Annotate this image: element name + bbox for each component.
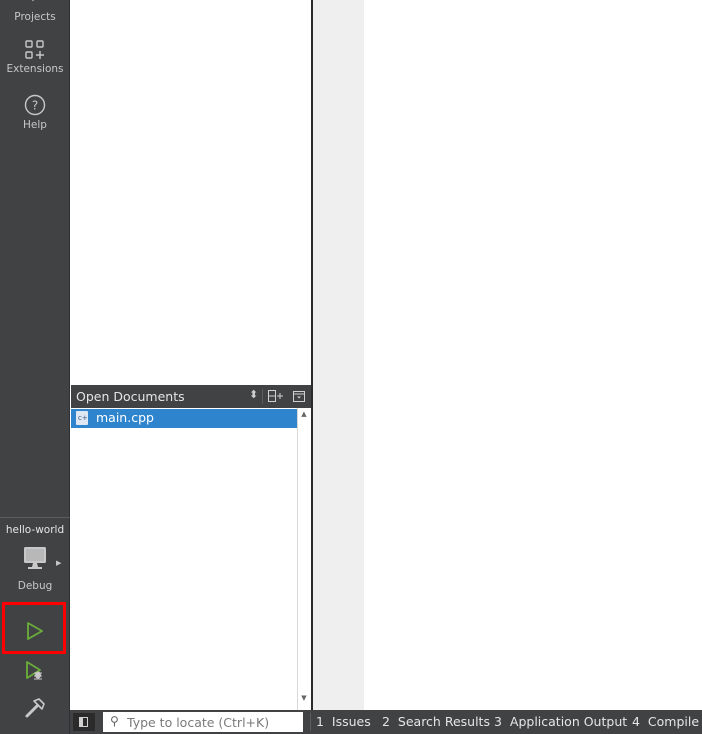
build-button[interactable] [0, 697, 70, 722]
scroll-down-icon[interactable]: ▼ [298, 694, 310, 708]
locator[interactable]: ⚲ [103, 712, 303, 732]
scroll-up-icon[interactable]: ▲ [298, 410, 310, 424]
search-icon: ⚲ [110, 714, 119, 728]
open-documents-title: Open Documents [76, 389, 185, 404]
mode-projects-label: Projects [14, 11, 56, 23]
locator-input[interactable] [127, 712, 297, 732]
output-pane-application-output[interactable]: 3 Application Output [494, 714, 627, 729]
output-pane-search-results[interactable]: 2 Search Results [382, 714, 490, 729]
output-pane-issues[interactable]: 1 Issues [316, 714, 371, 729]
open-documents-header: Open Documents ⬍ [71, 385, 311, 408]
toggle-sidebar-button[interactable] [73, 713, 95, 731]
mode-extensions[interactable]: Extensions [0, 40, 70, 75]
document-name: main.cpp [96, 410, 154, 425]
build-config-label: Debug [17, 580, 53, 592]
extensions-icon [25, 40, 44, 59]
mode-extensions-label: Extensions [6, 63, 64, 75]
split-icon[interactable] [268, 390, 284, 403]
status-bar: ⚲ 1 Issues 2 Search Results 3 Applicatio… [70, 710, 702, 734]
hammer-icon [25, 698, 45, 718]
view-selector-icon[interactable]: ⬍ [249, 388, 258, 401]
mode-projects[interactable]: Projects [0, 0, 70, 23]
pane-number: 4 [632, 714, 640, 729]
pane-label: Issues [331, 714, 371, 729]
mode-help-label: Help [23, 119, 47, 131]
help-icon: ? [24, 94, 46, 116]
mode-separator [0, 517, 70, 518]
pane-number: 2 [382, 714, 390, 729]
pane-number: 1 [316, 714, 324, 729]
debug-run-button[interactable] [0, 659, 70, 686]
editor-gutter [313, 0, 364, 710]
open-documents-list: main.cpp [71, 408, 297, 710]
open-documents-scrollbar[interactable]: ▲ ▼ [297, 408, 310, 710]
header-separator [262, 389, 263, 404]
pane-label: Compile Output [647, 714, 702, 729]
wrench-icon [32, 0, 34, 2]
output-pane-compile-output[interactable]: 4 Compile Output [632, 714, 702, 729]
mode-bar: Projects Extensions ? Help hello-world ▶… [0, 0, 70, 734]
mode-help[interactable]: ? Help [0, 94, 70, 131]
run-icon [27, 622, 43, 640]
svg-text:?: ? [32, 99, 38, 113]
project-name: hello-world [5, 524, 65, 536]
document-item[interactable]: main.cpp [71, 409, 297, 428]
cpp-file-icon [76, 411, 88, 425]
pane-label: Application Output [509, 714, 628, 729]
kit-selector[interactable]: ▶ Debug [0, 545, 70, 592]
pane-label: Search Results [397, 714, 490, 729]
run-button[interactable] [0, 620, 70, 645]
close-pane-icon[interactable] [293, 391, 305, 402]
debug-run-icon [26, 661, 42, 680]
projects-tree-panel [71, 0, 311, 384]
pane-number: 3 [494, 714, 502, 729]
kit-expand-arrow-icon: ▶ [56, 559, 62, 567]
monitor-icon [24, 547, 46, 569]
editor-area[interactable] [364, 0, 702, 710]
status-separator [310, 713, 311, 731]
